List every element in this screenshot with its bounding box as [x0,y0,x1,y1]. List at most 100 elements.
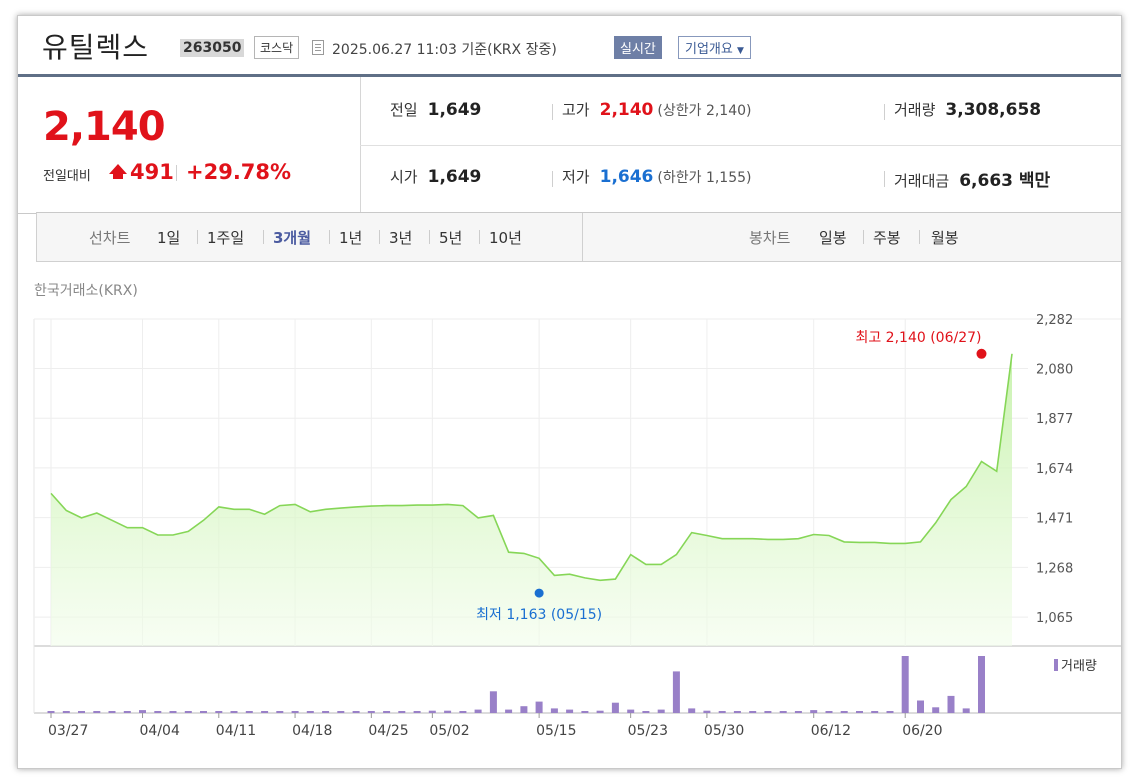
day-high: 고가 2,140 (상한가 2,140) [562,99,751,120]
x-tick-label: 04/25 [368,723,408,739]
volume-bar [261,711,269,713]
volume-bar [276,711,284,713]
divider [884,104,885,120]
volume-bar [154,711,162,713]
low-marker [534,588,544,598]
stock-code: 263050 [180,39,245,57]
tabs-divider [582,213,583,261]
volume-bar [764,711,772,713]
chevron-down-icon: ▼ [736,46,744,56]
prev-close-value: 1,649 [427,100,482,120]
high-marker [976,348,987,359]
high-value: 2,140 [599,100,654,120]
y-tick-label: 1,268 [1036,561,1073,576]
volume-bar [184,711,192,713]
tab-3y[interactable]: 3년 [389,227,412,248]
volume-bar [123,711,131,713]
volume-bar [474,709,482,713]
volume-bar [794,711,802,713]
prev-compare-label: 전일대비 [43,169,91,184]
volume-bar [444,710,452,713]
volume-bar [978,656,985,713]
tab-monthly-candle[interactable]: 월봉 [931,227,959,248]
price-area [51,353,1012,646]
volume-bar [871,711,879,713]
day-low: 저가 1,646 (하한가 1,155) [562,166,751,187]
price-change: 491 [130,160,174,184]
volume-bar [383,711,391,713]
volume-bar [428,710,436,713]
realtime-button[interactable]: 실시간 [614,36,662,59]
volume-bar [856,711,863,713]
divider [552,171,553,187]
volume-bar [535,701,543,713]
prev-close: 전일 1,649 [390,99,481,120]
volume-bar [169,711,177,713]
low-label: 저가 [562,168,590,186]
price-chart: 한국거래소(KRX) 1,065 1,268 1,471 1,674 1,877 2,08… [18,266,1121,768]
volume-bar [566,709,574,713]
tab-1w[interactable]: 1주일 [207,227,244,248]
tab-1d[interactable]: 1일 [157,227,180,248]
volume-bar [459,711,467,713]
volume-bar [139,710,146,713]
volume-bar [230,711,238,713]
volume-bar [47,711,55,713]
low-annotation: 최저 1,163 (05/15) [476,607,602,623]
volume-bar [596,710,604,713]
volume-bar [581,711,589,713]
low-value: 1,646 [599,167,654,187]
volume-label: 거래량 [894,101,936,119]
open-label: 시가 [390,168,418,186]
trade-amount: 거래대금 6,663 백만 [894,166,1050,191]
volume-bar [657,709,665,713]
upper-limit: (상한가 2,140) [657,103,752,119]
volume-bar [718,711,726,713]
divider [884,171,885,187]
volume-bar [932,707,940,713]
volume-bar [413,711,421,713]
tab-separator [197,230,198,244]
tab-3m[interactable]: 3개월 [273,227,311,248]
tab-10y[interactable]: 10년 [489,227,522,248]
up-arrow-icon-stem [113,173,123,179]
x-tick-label: 04/11 [216,723,256,739]
volume-legend-swatch [1054,659,1058,671]
line-chart-label: 선차트 [89,229,131,247]
x-tick-label: 05/30 [704,723,744,739]
divider [552,104,553,120]
tab-daily-candle[interactable]: 일봉 [819,227,847,248]
y-tick-label: 2,282 [1036,313,1073,328]
price-change-percent: +29.78% [186,160,292,184]
volume-bar [840,711,848,713]
tab-separator [479,230,480,244]
volume-bar [733,711,741,713]
volume-bar [215,711,223,713]
volume-bar [917,700,924,713]
volume-bar [611,702,619,713]
x-tick-label: 03/27 [48,723,88,739]
volume-bar [779,711,787,713]
volume-bar [947,695,955,713]
open: 시가 1,649 [390,166,481,187]
tab-weekly-candle[interactable]: 주봉 [873,227,901,248]
stock-panel: 유틸렉스 263050 코스닥 2025.06.27 11:03 기준(KRX … [17,15,1122,769]
price-chart-svg: 1,065 1,268 1,471 1,674 1,877 2,080 2,282 03/27… [33,313,1121,739]
header: 유틸렉스 263050 코스닥 2025.06.27 11:03 기준(KRX … [18,16,1121,74]
volume-bar [901,656,909,713]
y-tick-label: 1,877 [1036,412,1073,427]
company-name: 유틸렉스 [42,31,150,64]
tab-1y[interactable]: 1년 [339,227,362,248]
company-overview-dropdown[interactable]: 기업개요 ▼ [678,36,751,59]
tab-5y[interactable]: 5년 [439,227,462,248]
row-divider [360,145,1121,146]
x-tick-label: 06/20 [902,723,942,739]
current-price-box: 2,140 전일대비 491 +29.78% [18,77,361,213]
volume-bar [93,711,101,713]
tab-separator [379,230,380,244]
x-tick-label: 05/23 [628,723,668,739]
volume-bar [108,711,116,713]
volume-bar [322,711,330,713]
volume-bar [825,711,833,713]
volume-bar [306,711,314,713]
